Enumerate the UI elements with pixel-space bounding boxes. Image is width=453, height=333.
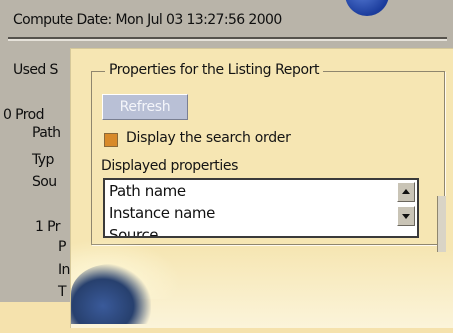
scroll-down-button[interactable] bbox=[397, 206, 415, 226]
list-item[interactable]: Source bbox=[105, 224, 417, 236]
product-0-heading: 0 Prod bbox=[3, 107, 44, 123]
properties-panel: Properties for the Listing Report Refres… bbox=[70, 48, 453, 328]
group-title: Properties for the Listing Report bbox=[105, 62, 324, 78]
properties-groupbox: Properties for the Listing Report Refres… bbox=[91, 62, 446, 252]
product-0-source: Sou bbox=[32, 174, 57, 190]
outer-scrollbar[interactable] bbox=[437, 196, 446, 252]
product-1-in: In bbox=[58, 262, 70, 278]
product-0-type: Typ bbox=[32, 152, 54, 168]
arrow-up-icon bbox=[402, 189, 410, 194]
search-order-checkbox[interactable] bbox=[104, 133, 118, 147]
product-0-path: Path bbox=[32, 125, 61, 141]
list-item[interactable]: Instance name bbox=[105, 202, 417, 224]
compute-date-text: Compute Date: Mon Jul 03 13:27:56 2000 bbox=[13, 12, 282, 28]
used-text: Used S bbox=[13, 62, 58, 78]
earth-icon bbox=[71, 264, 151, 324]
product-1-t: T bbox=[58, 284, 67, 300]
search-order-label: Display the search order bbox=[126, 130, 291, 146]
displayed-properties-list[interactable]: Path name Instance name Source bbox=[103, 178, 419, 238]
arrow-down-icon bbox=[402, 214, 410, 219]
product-1-p: P bbox=[58, 239, 66, 255]
product-1-heading: 1 Pr bbox=[35, 219, 61, 235]
list-item[interactable]: Path name bbox=[105, 180, 417, 202]
scroll-up-button[interactable] bbox=[397, 182, 415, 202]
globe-icon bbox=[345, 0, 389, 16]
displayed-properties-label: Displayed properties bbox=[101, 158, 238, 174]
refresh-button[interactable]: Refresh bbox=[102, 94, 188, 120]
report-divider-highlight bbox=[8, 39, 447, 41]
